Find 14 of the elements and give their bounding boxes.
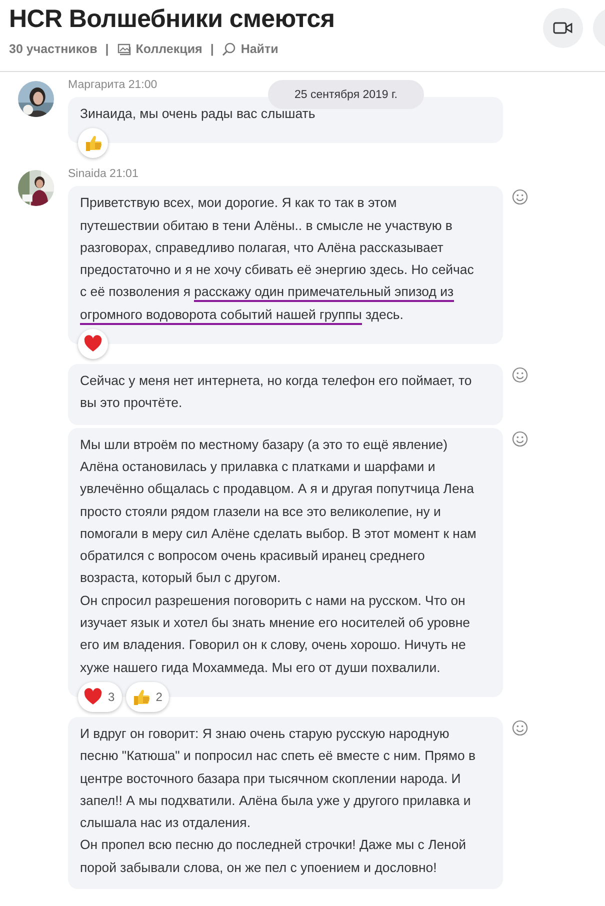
separator: | [210, 42, 214, 56]
message-text: Мы шли втроём по местному базару (а это то ещё явление) Алёна остановилась у прилавка с платками и шарфами и увлечённо общалась с продавцом. А я и другая попутчица Лена просто стояли рядом глазели на все это великолепие, ну и помогали в меру сил Алёне сделать выбор. В этот момент к нам обратился с вопросом очень красивый иранец среднего возраста, который был с другом. Он спросил разрешения поговорить с нами на русском. Что он изучает язык и хотел бы знать мнение его носителей об уровне его им владения. Говорил он к слову, очень хорошо. Ничуть не хуже нашего гида Мохаммеда. Мы его от души похвалили. [80, 436, 478, 677]
message-text: И вдруг он говорит: Я знаю очень старую русскую народную песню "Катюша" и попросил нас спеть её вместе с ним. Прямо в центре восточного базара при тысячном скоплении народа. И запел!! А мы подхватили. Алёна была уже у другого прилавка и слышала нас из отдаления. Он пропел всю песню до последней строчки! Даже мы с Леной порой забывали слова, он же пел с упоением и дословно! [80, 724, 476, 877]
chat-title: HCR Волшебники смеются [9, 5, 335, 34]
message-text: Приветствую всех, мои дорогие. Я как то так в этом путешествии обитаю в тени Алёны.. в смысле не участвую в разговорах, справедливо полагая, что Алёна рассказывает предостаточно и я не хочу сбивать её энергию здесь. Но сейчас с её позволения я расскажу один примечательный эпизод из огромного водоворота событий нашей группы здесь. [80, 192, 478, 326]
gallery-link[interactable]: Коллекция [136, 42, 202, 56]
date-label: 25 сентября 2019 г. [268, 80, 424, 109]
separator: | [105, 42, 109, 56]
sender-time: Sinaida 21:01 [68, 168, 140, 182]
search-link[interactable]: Найти [240, 42, 278, 56]
sender-time: Маргарита 21:00 [68, 79, 158, 92]
message-text: Сейчас у меня нет интернета, но когда телефон его поймает, то вы это прочтёте. [80, 372, 473, 412]
reaction-button[interactable]: 3 [78, 682, 122, 712]
participants-count[interactable]: 30 участников [9, 42, 98, 56]
